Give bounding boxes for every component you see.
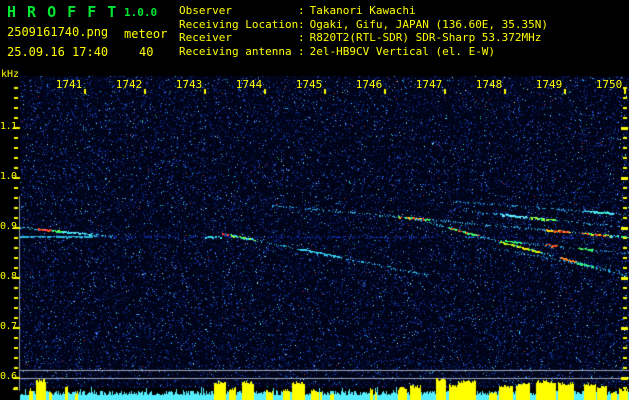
info-value: Ogaki, Gifu, JAPAN (136.60E, 35.35N) [309, 17, 549, 31]
time-tick-label: 1743 [175, 78, 203, 91]
time-tick-label: 1747 [415, 78, 443, 91]
info-row-receiver: Receiver: R820T2(RTL-SDR) SDR-Sharp 53.37… [179, 31, 541, 44]
info-label: Receiving antenna [179, 44, 292, 58]
filename-label: 2509161740.png [7, 25, 109, 39]
hrofft-window: H R O F F T 1.0.0 2509161740.png meteor … [0, 0, 629, 400]
time-tick-label: 1742 [115, 78, 143, 91]
info-label: Receiving Location [179, 17, 299, 31]
info-value: 2el-HB9CV Vertical (el. E-W) [309, 44, 496, 58]
info-label: Observer [179, 4, 232, 17]
mode-label: meteor [124, 27, 168, 41]
freq-tick-label: 0.8 [0, 271, 17, 282]
freq-tick-label: 0.9 [0, 221, 17, 232]
count-label: 40 [139, 45, 154, 59]
info-row-observer: Observer: Takanori Kawachi [179, 4, 416, 17]
version-label: 1.0.0 [124, 6, 158, 19]
time-tick-label: 1748 [475, 78, 503, 91]
spectrogram-canvas [0, 0, 629, 400]
time-tick-label: 1749 [535, 78, 563, 91]
time-tick-label: 1746 [355, 78, 383, 91]
info-row-antenna: Receiving antenna:2el-HB9CV Vertical (el… [179, 45, 495, 58]
freq-tick-label: 1.0 [0, 171, 17, 182]
info-colon: : [298, 44, 305, 58]
time-tick-label: 1741 [55, 78, 83, 91]
app-title: H R O F F T [7, 3, 118, 21]
frequency-unit-label: kHz [1, 69, 20, 80]
freq-tick-label: 0.6 [0, 371, 17, 382]
info-value: R820T2(RTL-SDR) SDR-Sharp 53.372MHz [309, 31, 542, 44]
info-label: Receiver [179, 31, 232, 44]
time-tick-label: 1750 [595, 78, 623, 91]
datetime-label: 25.09.16 17:40 [7, 45, 109, 59]
info-colon: : [298, 31, 305, 44]
info-value: Takanori Kawachi [309, 4, 416, 17]
freq-tick-label: 1.1 [0, 121, 17, 132]
info-row-location: Receiving Location: Ogaki, Gifu, JAPAN (1… [179, 18, 548, 31]
time-tick-label: 1745 [295, 78, 323, 91]
time-tick-label: 1744 [235, 78, 263, 91]
freq-tick-label: 0.7 [0, 321, 17, 332]
info-colon: : [298, 17, 305, 31]
info-colon: : [298, 4, 305, 17]
